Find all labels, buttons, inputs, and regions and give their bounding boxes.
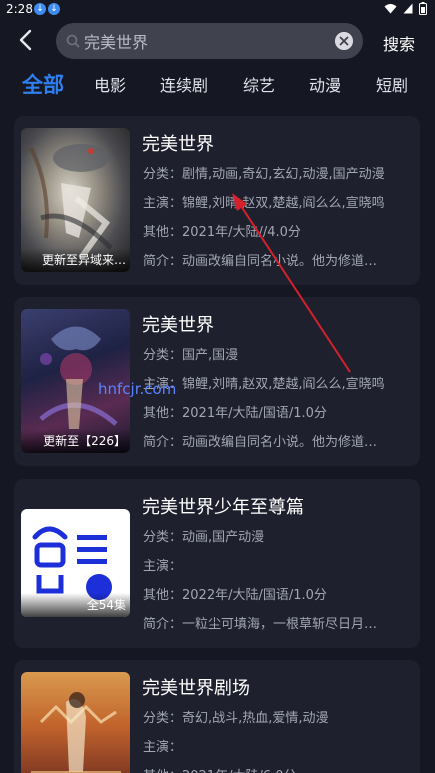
search-button[interactable]: 搜索 (383, 31, 415, 55)
result-other: 其他：2022年/大陆/国语/1.0分 (143, 588, 327, 603)
status-time: 2:28 (6, 2, 33, 16)
search-header: 搜索 (0, 18, 435, 64)
search-box (56, 23, 363, 59)
tab-variety[interactable]: 综艺 (243, 72, 275, 96)
category-tabs: 全部 电影 连续剧 综艺 动漫 短剧 (0, 64, 435, 104)
tab-movie[interactable]: 电影 (94, 72, 126, 96)
tab-series[interactable]: 连续剧 (160, 72, 208, 96)
download-icon: ↓ (48, 3, 60, 15)
clear-icon[interactable] (335, 32, 353, 50)
episode-badge: 更新至异域来… (21, 248, 130, 272)
result-category: 分类：剧情,动画,奇幻,玄幻,动漫,国产动漫 (143, 167, 385, 182)
episode-badge: 更新至【226】 (21, 429, 130, 453)
result-other: 其他：2021年/大陆//4.0分 (143, 225, 301, 240)
result-intro: 简介：动画改编自同名小说。他为修道… (143, 254, 378, 269)
poster-art (31, 692, 121, 773)
tab-short-drama[interactable]: 短剧 (376, 72, 408, 96)
poster-image[interactable] (21, 672, 130, 773)
result-card[interactable]: 完美世界剧场 分类：奇幻,战斗,热血,爱情,动漫 主演： 其他：2021年/大陆… (14, 660, 420, 773)
result-title[interactable]: 完美世界少年至尊篇 (142, 493, 304, 519)
result-cast: 主演：锦鲤,刘晴,赵双,楚越,阎么么,宣晓鸣 (143, 196, 385, 211)
result-intro: 简介：动画改编自同名小说。他为修道… (143, 435, 378, 450)
status-bar: 2:28 ↓ ↓ (0, 0, 435, 18)
result-card[interactable]: 更新至异域来… 完美世界 分类：剧情,动画,奇幻,玄幻,动漫,国产动漫 主演：锦… (14, 116, 420, 285)
tab-anime[interactable]: 动漫 (309, 72, 341, 96)
episode-badge: 全54集 (21, 593, 130, 617)
tab-all[interactable]: 全部 (22, 69, 64, 99)
result-title[interactable]: 完美世界 (142, 130, 214, 156)
result-title[interactable]: 完美世界 (142, 311, 214, 337)
result-category: 分类：奇幻,战斗,热血,爱情,动漫 (143, 711, 329, 726)
poster-image[interactable]: 全54集 (21, 509, 130, 617)
result-card[interactable]: 更新至【226】 完美世界 分类：国产,国漫 主演：锦鲤,刘晴,赵双,楚越,阎么… (14, 297, 420, 466)
result-category: 分类：动画,国产动漫 (143, 530, 265, 545)
signal-icon (403, 3, 413, 14)
watermark-text: hnfcjr.com (98, 380, 177, 398)
result-other: 其他：2021年/大陆/国语/1.0分 (143, 406, 327, 421)
status-indicators (384, 2, 427, 15)
result-cast: 主演：锦鲤,刘晴,赵双,楚越,阎么么,宣晓鸣 (143, 377, 385, 392)
result-cast: 主演： (143, 740, 183, 755)
poster-image[interactable]: 更新至异域来… (21, 128, 130, 272)
result-card[interactable]: 全54集 完美世界少年至尊篇 分类：动画,国产动漫 主演： 其他：2022年/大… (14, 479, 420, 648)
battery-icon (419, 2, 427, 15)
result-cast: 主演： (143, 559, 183, 574)
result-category: 分类：国产,国漫 (143, 348, 239, 363)
search-input[interactable] (56, 23, 326, 59)
wifi-icon (384, 4, 397, 14)
result-title[interactable]: 完美世界剧场 (142, 674, 250, 700)
back-arrow-icon[interactable] (14, 28, 38, 52)
result-intro: 简介：一粒尘可填海，一根草斩尽日月… (143, 617, 378, 632)
result-other: 其他：2021年/大陆/6.0分 (143, 765, 413, 773)
download-icon: ↓ (34, 3, 46, 15)
